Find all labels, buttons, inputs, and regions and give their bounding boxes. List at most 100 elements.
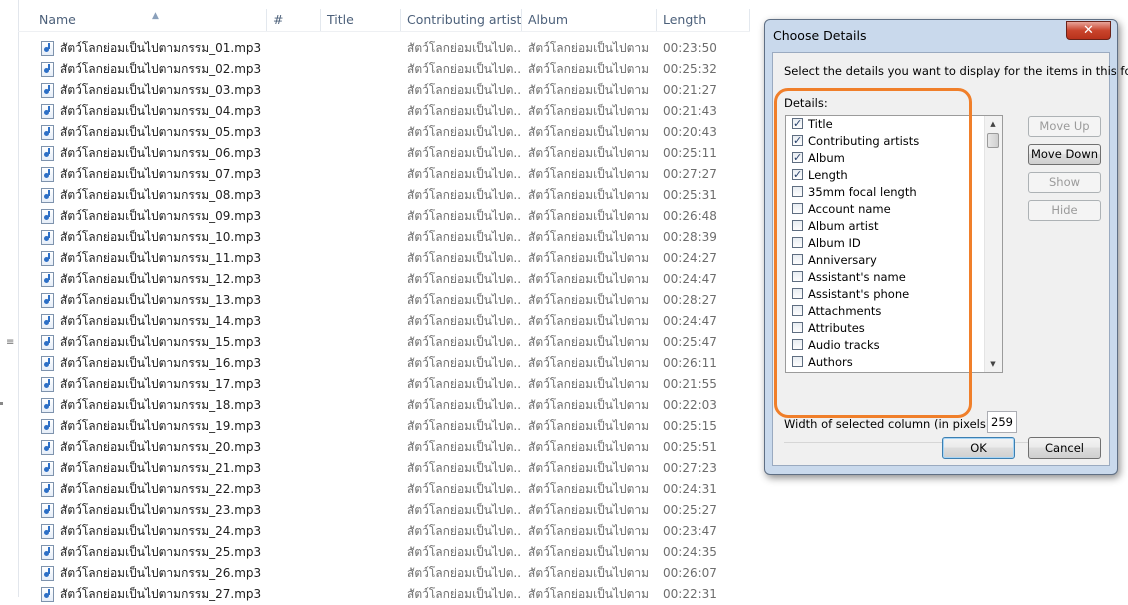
file-row[interactable]: สัตว์โลกย่อมเป็นไปตามกรรม_22.mp3 สัตว์โลก…: [18, 479, 758, 500]
detail-checkbox[interactable]: [792, 339, 803, 350]
file-row[interactable]: สัตว์โลกย่อมเป็นไปตามกรรม_16.mp3 สัตว์โลก…: [18, 353, 758, 374]
navigation-pane-edge: ≡: [0, 0, 19, 597]
details-item[interactable]: Audio tracks: [786, 337, 1002, 354]
column-name[interactable]: ▲ Name: [18, 9, 267, 31]
audio-file-icon: [41, 125, 54, 140]
ok-button[interactable]: OK: [942, 437, 1015, 459]
move-down-button[interactable]: Move Down: [1028, 144, 1101, 165]
file-row[interactable]: สัตว์โลกย่อมเป็นไปตามกรรม_12.mp3 สัตว์โลก…: [18, 269, 758, 290]
details-scrollbar[interactable]: ▲ ▼: [984, 116, 1002, 372]
detail-label: Contributing artists: [808, 134, 920, 148]
hide-button[interactable]: Hide: [1028, 200, 1101, 221]
file-length: 00:22:03: [663, 398, 717, 412]
details-item[interactable]: 35mm focal length: [786, 184, 1002, 201]
detail-checkbox[interactable]: [792, 149, 803, 166]
details-item[interactable]: Account name: [786, 201, 1002, 218]
file-length: 00:21:43: [663, 104, 717, 118]
file-row[interactable]: สัตว์โลกย่อมเป็นไปตามกรรม_23.mp3 สัตว์โลก…: [18, 500, 758, 521]
file-album: สัตว์โลกย่อมเป็นไปตาม...: [528, 524, 650, 538]
column-name-label: Name: [39, 12, 76, 27]
detail-checkbox[interactable]: [792, 116, 803, 132]
details-item[interactable]: Length: [786, 166, 1002, 184]
details-item[interactable]: Assistant's name: [786, 269, 1002, 286]
audio-file-icon: [41, 230, 54, 245]
details-item[interactable]: Attachments: [786, 303, 1002, 320]
show-button[interactable]: Show: [1028, 172, 1101, 193]
details-item[interactable]: Album artist: [786, 218, 1002, 235]
splitter-grip-icon[interactable]: ≡: [6, 338, 14, 348]
file-row[interactable]: สัตว์โลกย่อมเป็นไปตามกรรม_01.mp3 สัตว์โลก…: [18, 38, 758, 59]
file-name: สัตว์โลกย่อมเป็นไปตามกรรม_25.mp3: [60, 545, 262, 559]
file-row[interactable]: สัตว์โลกย่อมเป็นไปตามกรรม_10.mp3 สัตว์โลก…: [18, 227, 758, 248]
file-contributing-artists: สัตว์โลกย่อมเป็นไปต...: [407, 272, 521, 286]
column-title[interactable]: Title: [321, 9, 401, 31]
file-row[interactable]: สัตว์โลกย่อมเป็นไปตามกรรม_07.mp3 สัตว์โลก…: [18, 164, 758, 185]
file-row[interactable]: สัตว์โลกย่อมเป็นไปตามกรรม_06.mp3 สัตว์โลก…: [18, 143, 758, 164]
file-row[interactable]: สัตว์โลกย่อมเป็นไปตามกรรม_04.mp3 สัตว์โลก…: [18, 101, 758, 122]
detail-checkbox[interactable]: [792, 322, 803, 333]
details-list[interactable]: Title Contributing artists Album Length 35mm…: [785, 115, 1003, 373]
file-row[interactable]: สัตว์โลกย่อมเป็นไปตามกรรม_15.mp3 สัตว์โลก…: [18, 332, 758, 353]
file-row[interactable]: สัตว์โลกย่อมเป็นไปตามกรรม_13.mp3 สัตว์โลก…: [18, 290, 758, 311]
details-item[interactable]: Contributing artists: [786, 132, 1002, 150]
details-item[interactable]: Anniversary: [786, 252, 1002, 269]
file-album: สัตว์โลกย่อมเป็นไปตาม...: [528, 209, 650, 223]
file-row[interactable]: สัตว์โลกย่อมเป็นไปตามกรรม_20.mp3 สัตว์โลก…: [18, 437, 758, 458]
file-row[interactable]: สัตว์โลกย่อมเป็นไปตามกรรม_18.mp3 สัตว์โลก…: [18, 395, 758, 416]
detail-checkbox[interactable]: [792, 305, 803, 316]
audio-file-icon: [41, 440, 54, 455]
details-item[interactable]: Album ID: [786, 235, 1002, 252]
file-row[interactable]: สัตว์โลกย่อมเป็นไปตามกรรม_27.mp3 สัตว์โลก…: [18, 584, 758, 605]
column-contributing-artists[interactable]: Contributing artists: [401, 9, 522, 31]
detail-checkbox[interactable]: [792, 254, 803, 265]
file-contributing-artists: สัตว์โลกย่อมเป็นไปต...: [407, 104, 521, 118]
file-row[interactable]: สัตว์โลกย่อมเป็นไปตามกรรม_24.mp3 สัตว์โลก…: [18, 521, 758, 542]
file-row[interactable]: สัตว์โลกย่อมเป็นไปตามกรรม_14.mp3 สัตว์โลก…: [18, 311, 758, 332]
file-row[interactable]: สัตว์โลกย่อมเป็นไปตามกรรม_11.mp3 สัตว์โลก…: [18, 248, 758, 269]
detail-checkbox[interactable]: [792, 288, 803, 299]
file-row[interactable]: สัตว์โลกย่อมเป็นไปตามกรรม_09.mp3 สัตว์โลก…: [18, 206, 758, 227]
detail-checkbox[interactable]: [792, 271, 803, 282]
scroll-down-arrow-icon[interactable]: ▼: [985, 356, 1001, 372]
details-item[interactable]: Authors: [786, 354, 1002, 371]
file-name: สัตว์โลกย่อมเป็นไปตามกรรม_13.mp3: [60, 293, 262, 307]
file-name: สัตว์โลกย่อมเป็นไปตามกรรม_02.mp3: [60, 62, 262, 76]
file-row[interactable]: สัตว์โลกย่อมเป็นไปตามกรรม_17.mp3 สัตว์โลก…: [18, 374, 758, 395]
scroll-up-arrow-icon[interactable]: ▲: [985, 116, 1001, 132]
file-row[interactable]: สัตว์โลกย่อมเป็นไปตามกรรม_25.mp3 สัตว์โลก…: [18, 542, 758, 563]
audio-file-icon: [41, 398, 54, 413]
column-album[interactable]: Album: [522, 9, 657, 31]
close-button[interactable]: ✕: [1066, 21, 1111, 40]
file-length: 00:28:39: [663, 230, 717, 244]
details-item[interactable]: Title: [786, 116, 1002, 133]
dialog-title: Choose Details: [773, 28, 867, 43]
details-item[interactable]: Assistant's phone: [786, 286, 1002, 303]
file-contributing-artists: สัตว์โลกย่อมเป็นไปต...: [407, 587, 521, 601]
detail-checkbox[interactable]: [792, 237, 803, 248]
detail-checkbox[interactable]: [792, 203, 803, 214]
detail-label: 35mm focal length: [808, 185, 917, 199]
file-name: สัตว์โลกย่อมเป็นไปตามกรรม_09.mp3: [60, 209, 262, 223]
file-row[interactable]: สัตว์โลกย่อมเป็นไปตามกรรม_02.mp3 สัตว์โลก…: [18, 59, 758, 80]
scroll-thumb[interactable]: [987, 133, 999, 148]
details-item[interactable]: Album: [786, 149, 1002, 167]
file-row[interactable]: สัตว์โลกย่อมเป็นไปตามกรรม_26.mp3 สัตว์โลก…: [18, 563, 758, 584]
detail-checkbox[interactable]: [792, 356, 803, 367]
detail-label: Audio tracks: [808, 338, 880, 352]
detail-checkbox[interactable]: [792, 132, 803, 149]
column-width-input[interactable]: [987, 411, 1017, 433]
detail-checkbox[interactable]: [792, 166, 803, 183]
file-row[interactable]: สัตว์โลกย่อมเป็นไปตามกรรม_19.mp3 สัตว์โลก…: [18, 416, 758, 437]
detail-label: Authors: [808, 355, 853, 369]
detail-checkbox[interactable]: [792, 186, 803, 197]
cancel-button[interactable]: Cancel: [1028, 437, 1101, 459]
move-up-button[interactable]: Move Up: [1028, 116, 1101, 137]
column-number[interactable]: #: [267, 9, 321, 31]
details-item[interactable]: Attributes: [786, 320, 1002, 337]
file-row[interactable]: สัตว์โลกย่อมเป็นไปตามกรรม_05.mp3 สัตว์โลก…: [18, 122, 758, 143]
detail-checkbox[interactable]: [792, 220, 803, 231]
file-row[interactable]: สัตว์โลกย่อมเป็นไปตามกรรม_21.mp3 สัตว์โลก…: [18, 458, 758, 479]
column-length[interactable]: Length: [657, 9, 750, 31]
file-row[interactable]: สัตว์โลกย่อมเป็นไปตามกรรม_08.mp3 สัตว์โลก…: [18, 185, 758, 206]
file-row[interactable]: สัตว์โลกย่อมเป็นไปตามกรรม_03.mp3 สัตว์โลก…: [18, 80, 758, 101]
